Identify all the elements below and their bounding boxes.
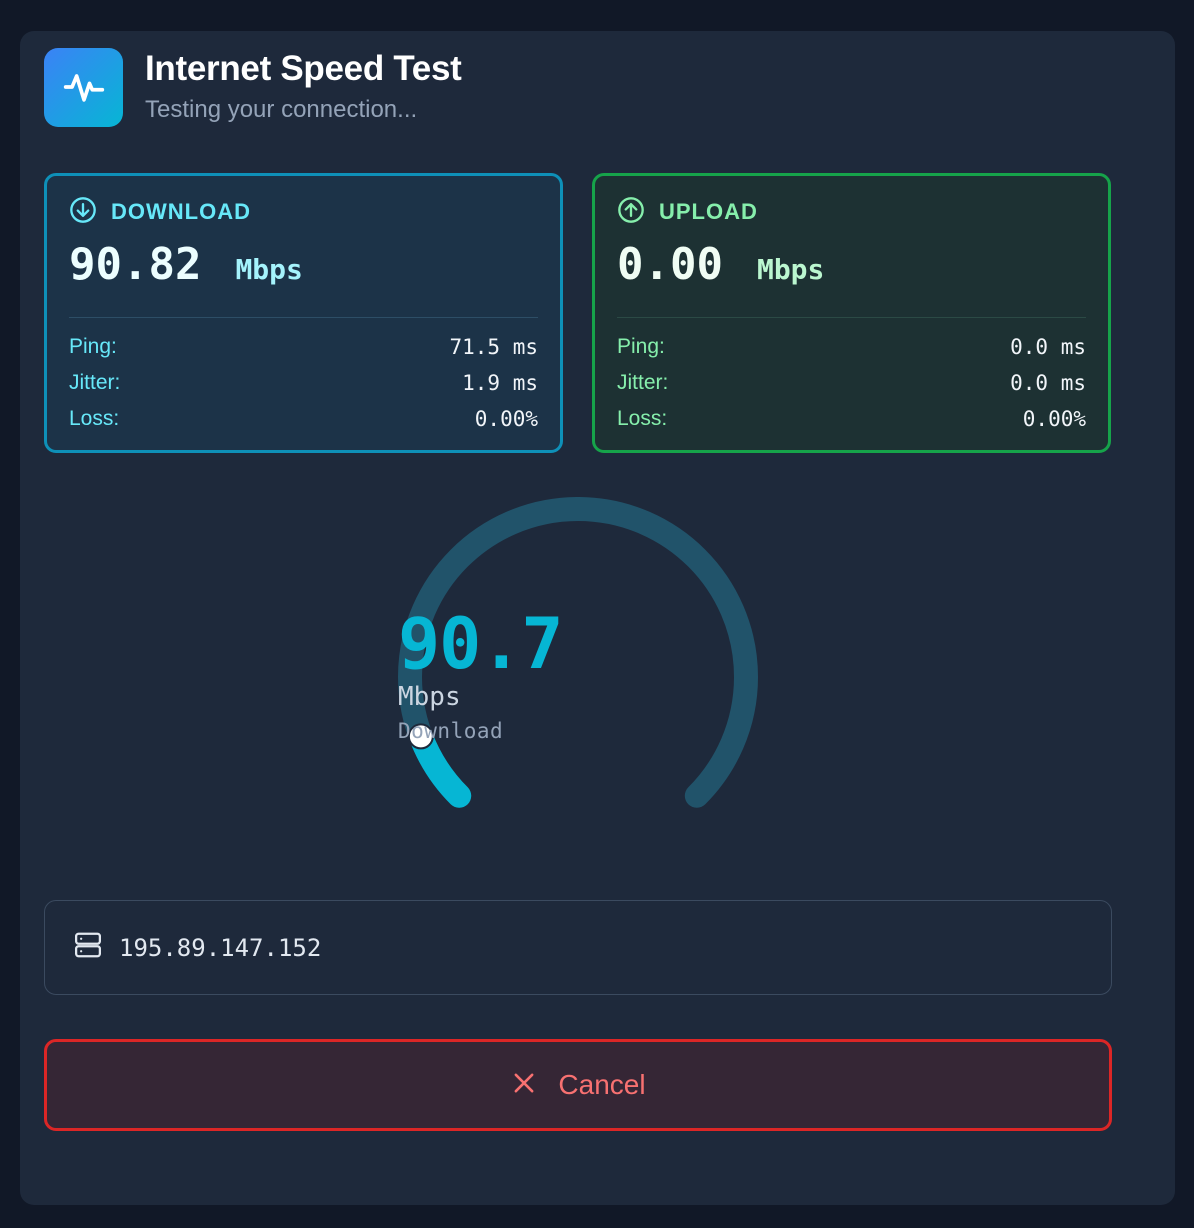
upload-label: UPLOAD [659,199,758,224]
page-subtitle: Testing your connection... [145,96,418,123]
gauge-speed-unit: Mbps [398,682,461,712]
close-x-icon [510,1069,538,1102]
upload-loss-row: Loss: 0.00% [617,401,1086,437]
cancel-label: Cancel [558,1069,646,1100]
speed-gauge: 90.7 Mbps Download [398,497,758,857]
download-label: DOWNLOAD [111,199,251,224]
server-icon [73,930,103,965]
metric-value: 0.00% [474,407,538,431]
arrow-down-circle-icon [69,196,97,229]
server-info: 195.89.147.152 [44,900,1112,995]
upload-speed-unit: Mbps [756,253,825,286]
page-title: Internet Speed Test [145,49,462,88]
upload-speed-value: 0.00 [617,239,723,290]
metric-label: Jitter: [617,371,669,394]
divider [617,317,1086,318]
arrow-up-circle-icon [617,196,645,229]
cancel-button[interactable]: Cancel [44,1039,1112,1131]
gauge-mode-label: Download [398,719,504,743]
upload-panel: UPLOAD 0.00 Mbps Ping: 0.0 ms Jitter: 0.… [592,173,1111,453]
activity-pulse-icon [44,47,123,127]
metric-label: Ping: [69,335,117,358]
metric-value: 71.5 ms [449,335,538,359]
divider [69,317,538,318]
metric-label: Ping: [617,335,665,358]
metric-label: Loss: [617,407,668,430]
upload-ping-row: Ping: 0.0 ms [617,329,1086,365]
upload-jitter-row: Jitter: 0.0 ms [617,365,1086,401]
header: Internet Speed Test Testing your connect… [44,47,462,127]
download-speed-value: 90.82 [69,239,202,290]
download-loss-row: Loss: 0.00% [69,401,538,437]
download-panel: DOWNLOAD 90.82 Mbps Ping: 71.5 ms Jitter… [44,173,563,453]
metric-label: Loss: [69,407,120,430]
metric-value: 0.00% [1022,407,1086,431]
metric-value: 1.9 ms [462,371,538,395]
gauge-speed-value: 90.7 [398,603,564,685]
metric-value: 0.0 ms [1010,371,1086,395]
metric-value: 0.0 ms [1010,335,1086,359]
download-speed-unit: Mbps [235,253,303,286]
server-address: 195.89.147.152 [119,933,322,962]
download-ping-row: Ping: 71.5 ms [69,329,538,365]
metric-label: Jitter: [69,371,121,394]
download-jitter-row: Jitter: 1.9 ms [69,365,538,401]
